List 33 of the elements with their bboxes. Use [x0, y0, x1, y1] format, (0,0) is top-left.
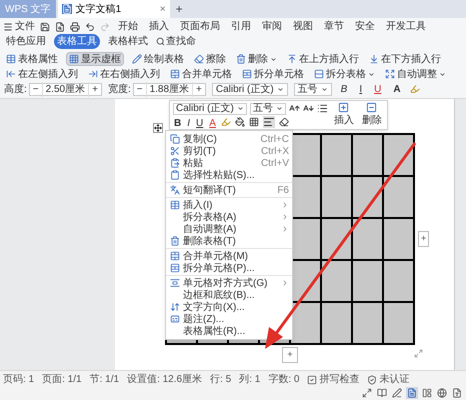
status-text: 设置值: 12.6厘米	[127, 372, 202, 387]
menu-item-label: 自动调整(A)	[183, 222, 238, 236]
tab-title: 文字文稿1	[76, 2, 122, 16]
menu-item-label: 短句翻译(T)	[183, 184, 237, 198]
menu-item-label: 粘贴	[183, 156, 204, 170]
menu-item-label: 表格属性(R)...	[183, 324, 246, 338]
menu-item-label: 单元格对齐方式(G)	[183, 276, 268, 290]
shortcut-text: Ctrl+C	[260, 132, 289, 146]
menu-item-label: 拆分表格(A)	[183, 210, 238, 224]
field-label: 宽度:	[108, 82, 131, 96]
spin-value: 2.50厘米	[42, 82, 90, 96]
shortcut-text: Ctrl+X	[260, 144, 289, 158]
menu-item-label: 合并单元格(M)	[183, 250, 249, 262]
shortcut-text: F6	[277, 184, 289, 198]
status-text: 未认证	[379, 372, 410, 387]
menu-item-label: 插入(I)	[183, 198, 212, 210]
status-text: 行: 5	[210, 373, 232, 387]
spin-value: 1.88厘米	[146, 82, 194, 96]
status-text: 页面: 1/1	[42, 373, 82, 387]
menu-item-label: 题注(Z)...	[183, 312, 226, 324]
status-text: 页码: 1	[3, 373, 34, 387]
menu-item-label: 文字方向(X)...	[183, 300, 246, 314]
menu-item-label: 拆分单元格(P)...	[183, 262, 256, 276]
menu-item-label: 复制(C)	[183, 132, 218, 146]
menu-item-label: 选择性粘贴(S)...	[183, 168, 256, 182]
field-label: 高度:	[4, 82, 27, 96]
status-text: 节: 1/1	[90, 372, 120, 387]
status-text: 列: 1	[239, 373, 260, 387]
shortcut-text: Ctrl+V	[260, 156, 289, 170]
status-text: 字数: 0	[268, 372, 300, 387]
menu-item-label: 删除表格(T)	[183, 234, 237, 248]
menu-item-label: 边框和底纹(B)...	[183, 288, 256, 302]
menu-item-label: 剪切(T)	[183, 144, 217, 158]
